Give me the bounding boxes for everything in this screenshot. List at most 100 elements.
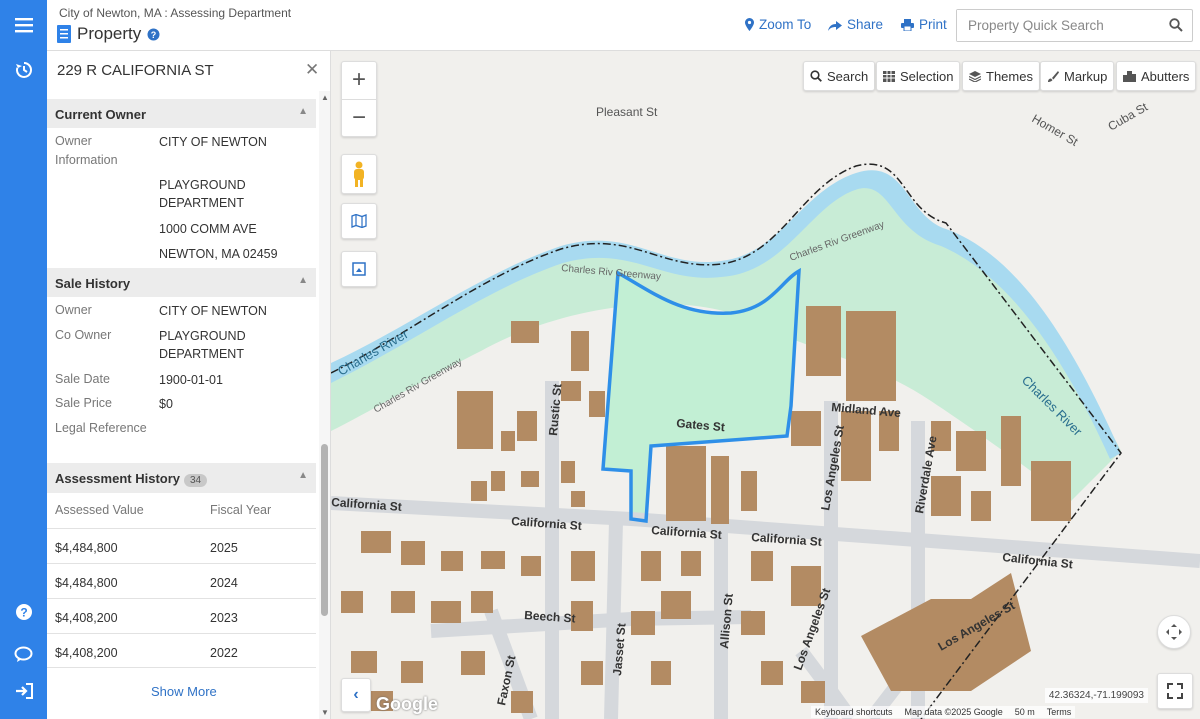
co-owner-label: Co Owner xyxy=(55,328,112,342)
sign-in-icon[interactable] xyxy=(0,676,47,706)
left-rail: ? xyxy=(0,0,47,719)
property-quick-search[interactable] xyxy=(956,9,1193,42)
document-icon xyxy=(57,25,71,43)
property-search-input[interactable] xyxy=(957,10,1157,41)
table-icon xyxy=(883,70,895,82)
share-button[interactable]: Share xyxy=(828,17,883,32)
title-help-icon[interactable]: ? xyxy=(147,28,160,41)
current-owner-header[interactable]: Current Owner ▲ xyxy=(47,99,316,128)
map-canvas: Pleasant St Homer St Cuba St Gates St Mi… xyxy=(331,51,1200,719)
buildings-icon xyxy=(1123,70,1136,82)
collapse-icon[interactable]: ▲ xyxy=(298,106,308,117)
show-more-link[interactable]: Show More xyxy=(151,684,217,699)
zoom-to-label: Zoom To xyxy=(759,17,812,32)
assessed-value: $4,484,800 xyxy=(55,576,118,590)
sale-owner-label: Owner xyxy=(55,303,92,317)
current-owner-title: Current Owner xyxy=(55,107,147,122)
close-icon[interactable]: ✕ xyxy=(305,60,319,80)
table-row: $4,484,800 2024 xyxy=(47,563,316,598)
fullscreen-icon[interactable] xyxy=(1157,673,1193,709)
svg-text:?: ? xyxy=(20,606,27,620)
co-owner-value: PLAYGROUND DEPARTMENT xyxy=(159,329,246,361)
markup-button[interactable]: Markup xyxy=(1040,61,1115,91)
map-data-text: Map data ©2025 Google xyxy=(904,707,1003,717)
selection-button[interactable]: Selection xyxy=(876,61,961,91)
fiscal-year: 2022 xyxy=(210,646,238,660)
scroll-down-icon[interactable]: ▼ xyxy=(321,708,329,717)
sale-history-header[interactable]: Sale History ▲ xyxy=(47,268,316,297)
assessment-history-header[interactable]: Assessment History 34 ▲ xyxy=(47,463,316,493)
markup-label: Markup xyxy=(1064,68,1108,84)
print-icon xyxy=(901,18,914,31)
panel-scrollbar[interactable]: ▲ ▼ xyxy=(319,91,330,719)
collapse-icon[interactable]: ▲ xyxy=(298,275,308,286)
page-title: Property ? xyxy=(57,24,160,44)
owner-line: NEWTON, MA 02459 xyxy=(159,247,278,261)
owner-line: CITY OF NEWTON xyxy=(159,135,267,149)
help-icon[interactable]: ? xyxy=(0,597,47,627)
print-label: Print xyxy=(919,17,947,32)
assessment-history-title: Assessment History xyxy=(55,471,180,486)
top-bar: City of Newton, MA : Assessing Departmen… xyxy=(47,0,1200,51)
assessed-value: $4,408,200 xyxy=(55,646,118,660)
sale-price-label: Sale Price xyxy=(55,396,112,410)
themes-label: Themes xyxy=(986,68,1033,84)
collapse-icon[interactable]: ▲ xyxy=(298,470,308,481)
sale-price-value: $0 xyxy=(159,397,173,411)
owner-information-label: Owner Information xyxy=(55,134,118,167)
sale-date-value: 1900-01-01 xyxy=(159,373,223,387)
sale-history-title: Sale History xyxy=(55,276,131,291)
zoom-controls: + − xyxy=(341,61,377,137)
keyboard-shortcuts-link[interactable]: Keyboard shortcuts xyxy=(815,707,893,717)
abutters-label: Abutters xyxy=(1141,68,1190,84)
svg-text:?: ? xyxy=(151,30,157,40)
map-view[interactable]: Pleasant St Homer St Cuba St Gates St Mi… xyxy=(331,51,1200,719)
table-row: $4,408,200 2022 xyxy=(47,633,316,668)
menu-icon[interactable] xyxy=(0,10,47,40)
search-icon[interactable] xyxy=(1169,18,1183,32)
col-assessed-value: Assessed Value xyxy=(55,503,144,517)
abutters-button[interactable]: Abutters xyxy=(1116,61,1197,91)
assessed-value: $4,408,200 xyxy=(55,611,118,625)
zoom-out-icon[interactable]: − xyxy=(352,99,366,136)
zoom-to-button[interactable]: Zoom To xyxy=(745,17,811,32)
department-name: City of Newton, MA : Assessing Departmen… xyxy=(59,6,292,20)
map-attribution: Keyboard shortcuts Map data ©2025 Google… xyxy=(811,706,1076,718)
owner-line: PLAYGROUND DEPARTMENT xyxy=(159,178,246,210)
owner-line: 1000 COMM AVE xyxy=(159,222,257,236)
assessed-value: $4,484,800 xyxy=(55,541,118,555)
collapse-panel-icon[interactable]: ‹ xyxy=(341,678,371,712)
chat-icon[interactable] xyxy=(0,639,47,669)
page-title-text: Property xyxy=(77,24,142,43)
street-view-icon[interactable] xyxy=(341,154,377,194)
zoom-in-icon[interactable]: + xyxy=(352,62,366,99)
legal-reference-label: Legal Reference xyxy=(55,421,147,435)
basemap-icon[interactable] xyxy=(341,203,377,239)
col-fiscal-year: Fiscal Year xyxy=(210,503,272,517)
pan-icon[interactable] xyxy=(1157,615,1191,649)
table-row: $4,408,200 2023 xyxy=(47,598,316,633)
label-pleasant: Pleasant St xyxy=(596,105,658,119)
themes-button[interactable]: Themes xyxy=(962,61,1040,91)
sale-owner-value: CITY OF NEWTON xyxy=(159,304,267,318)
print-button[interactable]: Print xyxy=(901,17,947,32)
property-panel: 229 R CALIFORNIA ST ✕ Current Owner ▲ Ow… xyxy=(47,51,331,719)
property-address: 229 R CALIFORNIA ST xyxy=(57,62,214,79)
google-logo: Google xyxy=(376,694,438,714)
share-label: Share xyxy=(847,17,884,32)
fiscal-year: 2024 xyxy=(210,576,238,590)
search-label: Search xyxy=(827,68,869,84)
map-search-button[interactable]: Search xyxy=(803,61,876,91)
scroll-up-icon[interactable]: ▲ xyxy=(321,93,329,102)
search-icon xyxy=(810,70,822,82)
scale-label[interactable]: 50 m xyxy=(1015,707,1035,717)
share-icon xyxy=(828,20,842,31)
scrollbar-thumb[interactable] xyxy=(321,444,328,616)
selection-label: Selection xyxy=(900,68,954,84)
brush-icon xyxy=(1048,71,1059,82)
fiscal-year: 2023 xyxy=(210,611,238,625)
coordinates-readout: 42.36324,-71.199093 xyxy=(1044,688,1148,703)
history-icon[interactable] xyxy=(0,55,47,85)
terms-link[interactable]: Terms xyxy=(1047,707,1072,717)
extent-icon[interactable] xyxy=(341,251,377,287)
